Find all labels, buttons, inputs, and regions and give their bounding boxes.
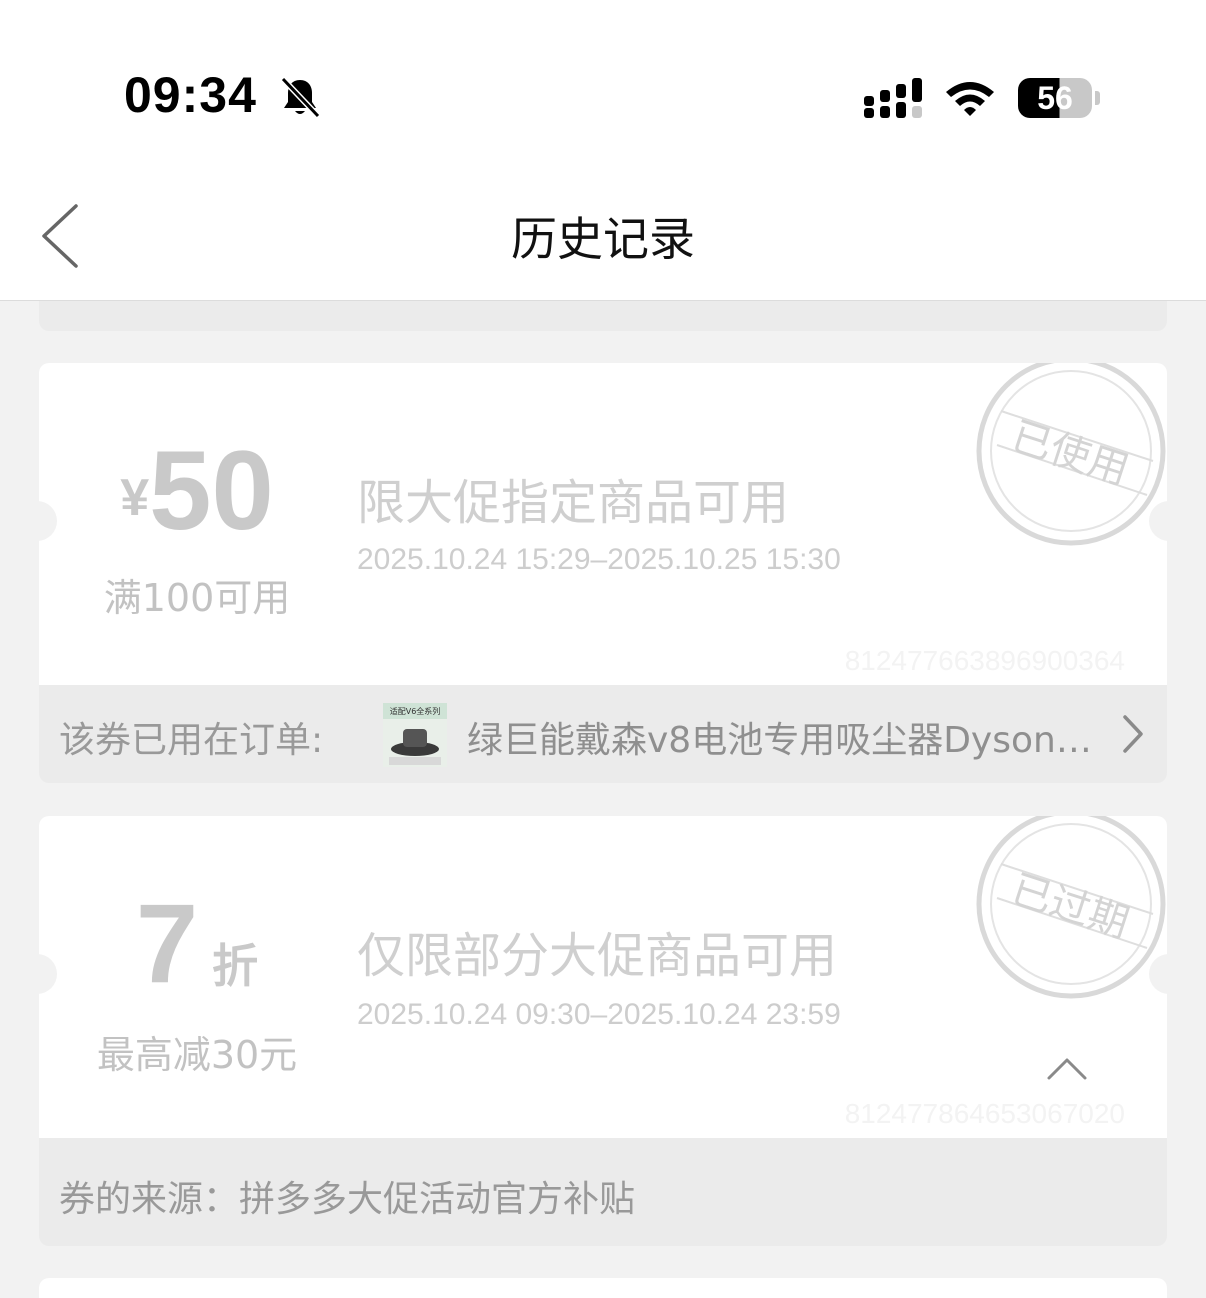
coupon-id: 812477864653067020 [844, 1098, 1125, 1129]
stamp-text: 已过期 [1006, 866, 1134, 947]
used-stamp-icon: 已使用 [971, 363, 1167, 569]
order-label: 该券已用在订单: [59, 720, 324, 761]
previous-card-footer [39, 301, 1167, 331]
coupon-title: 限大促指定商品可用 [357, 475, 790, 531]
status-bar: 09:34 56 [0, 0, 1206, 180]
expired-stamp-icon: 已过期 [971, 816, 1167, 1022]
discount-unit: 折 [212, 939, 259, 993]
chevron-right-icon[interactable] [1119, 713, 1147, 764]
page-title: 历史记录 [511, 212, 695, 266]
coupon-amount: ¥50 [99, 435, 295, 547]
discount-value: 7 [135, 881, 199, 1006]
order-link-row[interactable]: 该券已用在订单: 适配V6全系列 绿巨能戴森v8电池专用吸尘器Dyson配件 [39, 685, 1167, 783]
silent-bell-icon [278, 76, 322, 124]
coupon-amount: 7折 [99, 888, 295, 1000]
battery-icon: 56 [1018, 78, 1092, 118]
currency-symbol: ¥ [120, 469, 150, 527]
coupon-title: 仅限部分大促商品可用 [357, 928, 838, 984]
coupon-condition: 满100可用 [103, 576, 291, 620]
coupon-body: 7折 最高减30元 仅限部分大促商品可用 2025.10.24 09:30–20… [39, 816, 1167, 1138]
card-notch-left [39, 501, 57, 541]
amount-value: 50 [149, 428, 274, 553]
cellular-signal-icon [864, 78, 924, 122]
thumb-caption: 适配V6全系列 [390, 706, 441, 716]
battery-level: 56 [1037, 80, 1073, 116]
chevron-up-icon[interactable] [1045, 1054, 1089, 1088]
next-coupon-card [39, 1278, 1167, 1298]
nav-bar: 历史记录 [0, 180, 1206, 301]
coupon-source-row: 券的来源：拼多多大促活动官方补贴 [39, 1138, 1167, 1246]
battery-tip [1095, 91, 1100, 105]
card-notch-left [39, 954, 57, 994]
coupon-body: ¥50 满100可用 限大促指定商品可用 2025.10.24 15:29–20… [39, 363, 1167, 685]
product-thumbnail: 适配V6全系列 [383, 703, 447, 767]
coupon-source: 券的来源：拼多多大促活动官方补贴 [59, 1179, 636, 1220]
stamp-text: 已使用 [1006, 413, 1134, 494]
coupon-id: 8124776638969003​64 [844, 645, 1125, 676]
coupon-validity-period: 2025.10.24 09:30–2025.10.24 23:59 [357, 998, 841, 1031]
back-chevron-icon[interactable] [36, 200, 86, 276]
coupon-validity-period: 2025.10.24 15:29–2025.10.25 15:30 [357, 543, 841, 576]
coupon-card-used: ¥50 满100可用 限大促指定商品可用 2025.10.24 15:29–20… [39, 363, 1167, 783]
order-product-name[interactable]: 绿巨能戴森v8电池专用吸尘器Dyson配件 [467, 711, 1107, 763]
wifi-icon [944, 80, 996, 122]
coupon-card-expired: 7折 最高减30元 仅限部分大促商品可用 2025.10.24 09:30–20… [39, 816, 1167, 1246]
status-time: 09:34 [124, 67, 257, 123]
coupon-condition: 最高减30元 [96, 1033, 298, 1077]
